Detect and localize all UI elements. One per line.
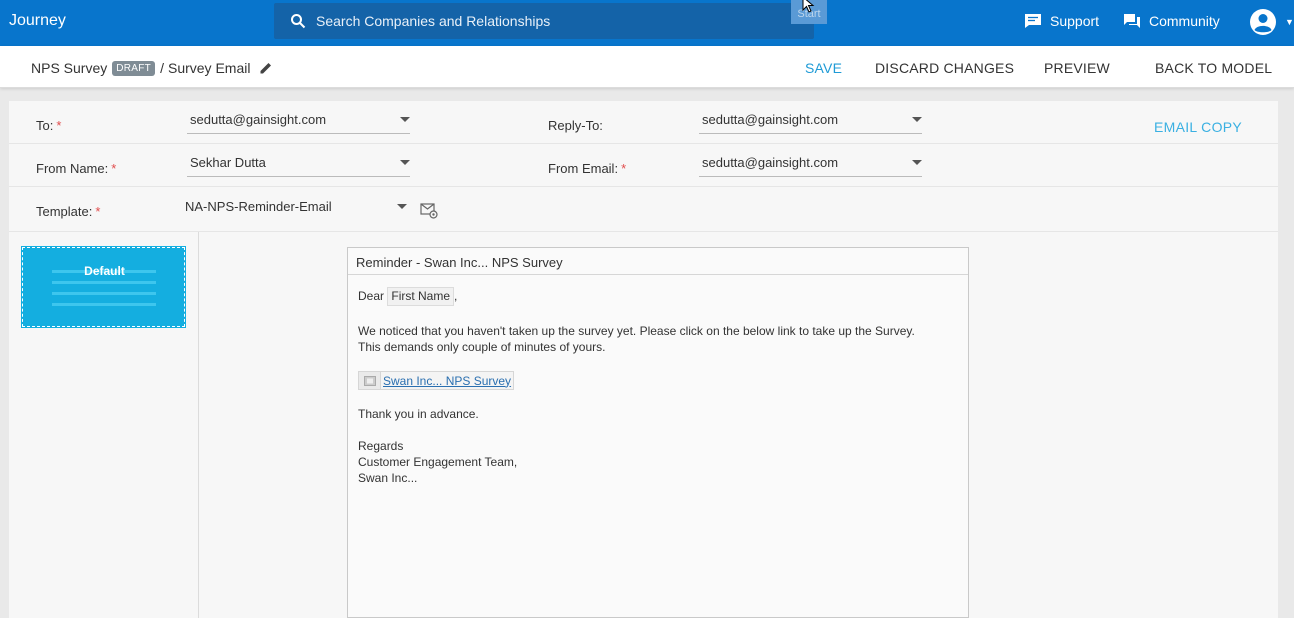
breadcrumb-survey[interactable]: NPS Survey [31,60,107,76]
from-name-value: Sekhar Dutta [190,155,266,170]
template-value: NA-NPS-Reminder-Email [185,199,332,214]
global-search[interactable] [274,3,814,39]
page-header: NPS Survey DRAFT / Survey Email SAVE DIS… [0,46,1294,88]
required-mark: * [111,161,116,176]
edit-pencil-icon[interactable] [259,61,273,75]
reply-to-value: sedutta@gainsight.com [702,112,838,127]
template-label-text: Template: [36,204,92,219]
from-name-label: From Name:* [36,161,116,176]
to-select[interactable]: sedutta@gainsight.com [187,108,410,134]
to-label: To:* [36,118,61,133]
regards-line: Regards [358,438,958,454]
draft-badge: DRAFT [112,61,155,76]
email-body[interactable]: Dear First Name, We noticed that you hav… [348,275,968,498]
reply-to-label: Reply-To: [548,118,603,133]
body-paragraph-line1: We noticed that you haven't taken up the… [358,323,958,339]
greeting-line: Dear First Name, [358,287,958,306]
chevron-down-icon [397,204,407,209]
template-label: Template:* [36,204,100,219]
user-menu-caret-icon[interactable]: ▼ [1285,17,1294,27]
from-name-select[interactable]: Sekhar Dutta [187,151,410,177]
support-link[interactable]: Support [1024,13,1099,29]
community-link[interactable]: Community [1123,13,1220,29]
row-from: From Name:* Sekhar Dutta From Email:* se… [9,144,1278,187]
first-name-token[interactable]: First Name [387,287,454,306]
preview-button[interactable]: PREVIEW [1044,60,1110,76]
template-name: Default [23,264,186,278]
row-template: Template:* NA-NPS-Reminder-Email [9,187,1278,232]
thanks-line: Thank you in advance. [358,406,958,422]
required-mark: * [56,118,61,133]
from-email-label-text: From Email: [548,161,618,176]
breadcrumb-separator: / [160,60,164,76]
breadcrumb: NPS Survey DRAFT / Survey Email [31,60,273,76]
email-editor[interactable]: Reminder - Swan Inc... NPS Survey Dear F… [347,247,969,618]
template-settings-icon[interactable] [420,203,438,219]
top-navbar: Journey Start Support Community ▼ [0,0,1294,46]
template-thumbnail-default[interactable]: Default [22,247,185,327]
discard-changes-button[interactable]: DISCARD CHANGES [875,60,1014,76]
template-list: Default [9,232,199,618]
greeting-text: Dear [358,289,384,303]
email-settings-panel: To:* sedutta@gainsight.com Reply-To: sed… [9,101,1278,618]
reply-to-select[interactable]: sedutta@gainsight.com [699,108,922,134]
survey-link[interactable]: Swan Inc... NPS Survey [381,373,513,389]
search-input[interactable] [316,13,796,29]
search-icon [290,13,306,29]
survey-link-icon [359,372,381,389]
signature-team: Customer Engagement Team, [358,454,958,470]
from-email-value: sedutta@gainsight.com [702,155,838,170]
breadcrumb-page: Survey Email [168,60,250,76]
support-chat-icon [1024,13,1042,29]
chevron-down-icon [912,117,922,122]
row-to: To:* sedutta@gainsight.com Reply-To: sed… [9,101,1278,144]
email-subject[interactable]: Reminder - Swan Inc... NPS Survey [348,248,968,275]
required-mark: * [621,161,626,176]
from-email-label: From Email:* [548,161,626,176]
body-paragraph-line2: This demands only couple of minutes of y… [358,339,958,355]
from-email-select[interactable]: sedutta@gainsight.com [699,151,922,177]
support-label: Support [1050,13,1099,29]
chevron-down-icon [400,117,410,122]
mouse-cursor-icon [802,0,816,14]
required-mark: * [95,204,100,219]
template-select[interactable]: NA-NPS-Reminder-Email [182,195,407,221]
community-forum-icon [1123,13,1141,29]
signature-company: Swan Inc... [358,470,958,486]
greeting-comma: , [454,289,457,303]
user-avatar-icon[interactable] [1249,8,1277,36]
survey-link-chip[interactable]: Swan Inc... NPS Survey [358,371,514,390]
chevron-down-icon [912,160,922,165]
from-name-label-text: From Name: [36,161,108,176]
to-value: sedutta@gainsight.com [190,112,326,127]
app-title[interactable]: Journey [9,12,66,30]
save-button[interactable]: SAVE [805,60,842,76]
email-copy-button[interactable]: EMAIL COPY [1154,119,1242,135]
chevron-down-icon [400,160,410,165]
back-to-model-button[interactable]: BACK TO MODEL [1155,60,1272,76]
to-label-text: To: [36,118,53,133]
community-label: Community [1149,13,1220,29]
